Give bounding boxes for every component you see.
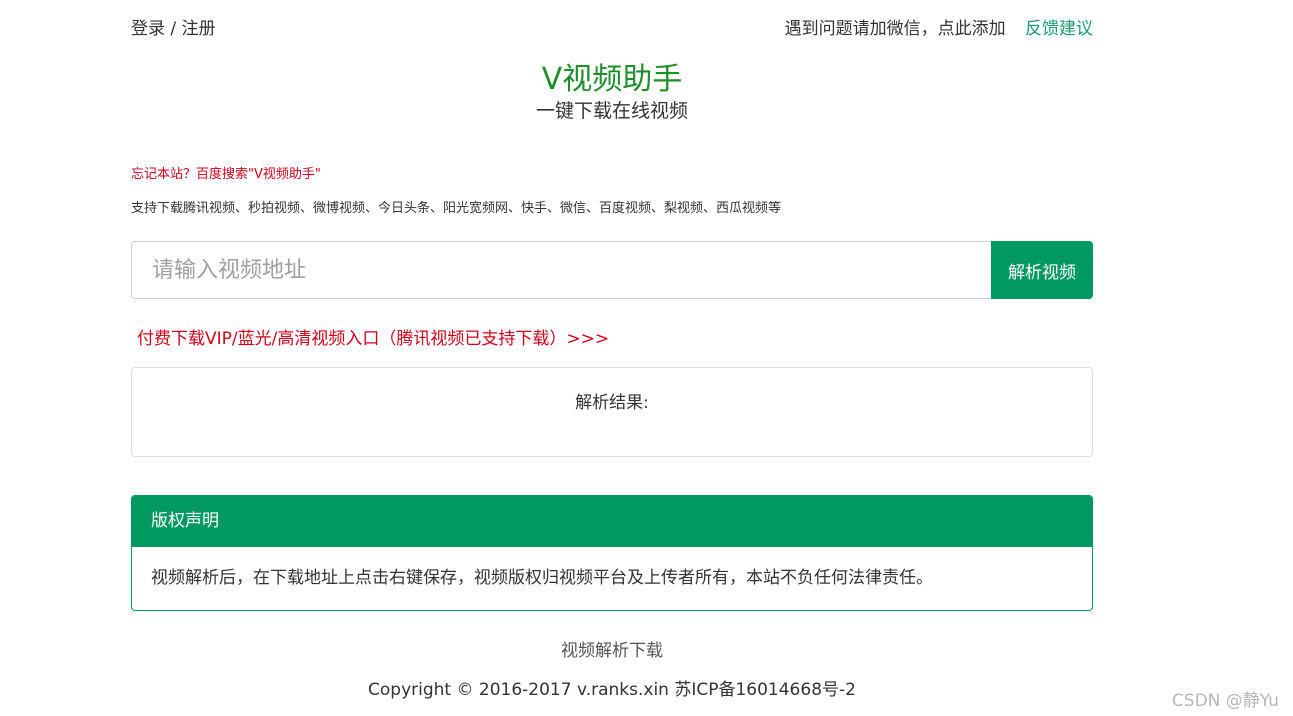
csdn-watermark: CSDN @静Yu [1171,691,1279,711]
top-bar: 登录 / 注册 遇到问题请加微信，点此添加 反馈建议 [131,14,1093,40]
copyright-panel: 版权声明 视频解析后，在下载地址上点击右键保存，视频版权归视频平台及上传者所有，… [131,495,1093,611]
result-label: 解析结果: [575,393,649,413]
site-subtitle: 一键下载在线视频 [535,100,688,122]
login-register-link[interactable]: 登录 / 注册 [131,14,216,39]
top-right-links: 遇到问题请加微信，点此添加 反馈建议 [785,14,1093,39]
wechat-contact-link[interactable]: 遇到问题请加微信，点此添加 [785,19,1006,39]
bookmark-hint: 忘记本站？百度搜索"V视频助手" [131,167,321,182]
site-title: V视频助手 [541,62,683,97]
parse-video-button[interactable]: 解析视频 [991,241,1093,299]
copyright-panel-heading: 版权声明 [132,496,1092,547]
video-url-input[interactable] [131,241,991,299]
page: 登录 / 注册 遇到问题请加微信，点此添加 反馈建议 V视频助手 一键下载在线视… [0,0,1293,716]
footer-copyright: Copyright © 2016-2017 v.ranks.xin 苏ICP备1… [368,680,856,700]
result-box: 解析结果: [131,367,1093,457]
footer-video-download-link[interactable]: 视频解析下载 [0,636,1224,661]
search-row: 解析视频 [131,241,1093,299]
vip-download-link[interactable]: 付费下载VIP/蓝光/高清视频入口（腾讯视频已支持下载）>>> [137,324,609,349]
copyright-panel-body: 视频解析后，在下载地址上点击右键保存，视频版权归视频平台及上传者所有，本站不负任… [151,568,933,588]
feedback-link[interactable]: 反馈建议 [1025,19,1093,39]
supported-sites-text: 支持下载腾讯视频、秒拍视频、微博视频、今日头条、阳光宽频网、快手、微信、百度视频… [131,201,782,216]
